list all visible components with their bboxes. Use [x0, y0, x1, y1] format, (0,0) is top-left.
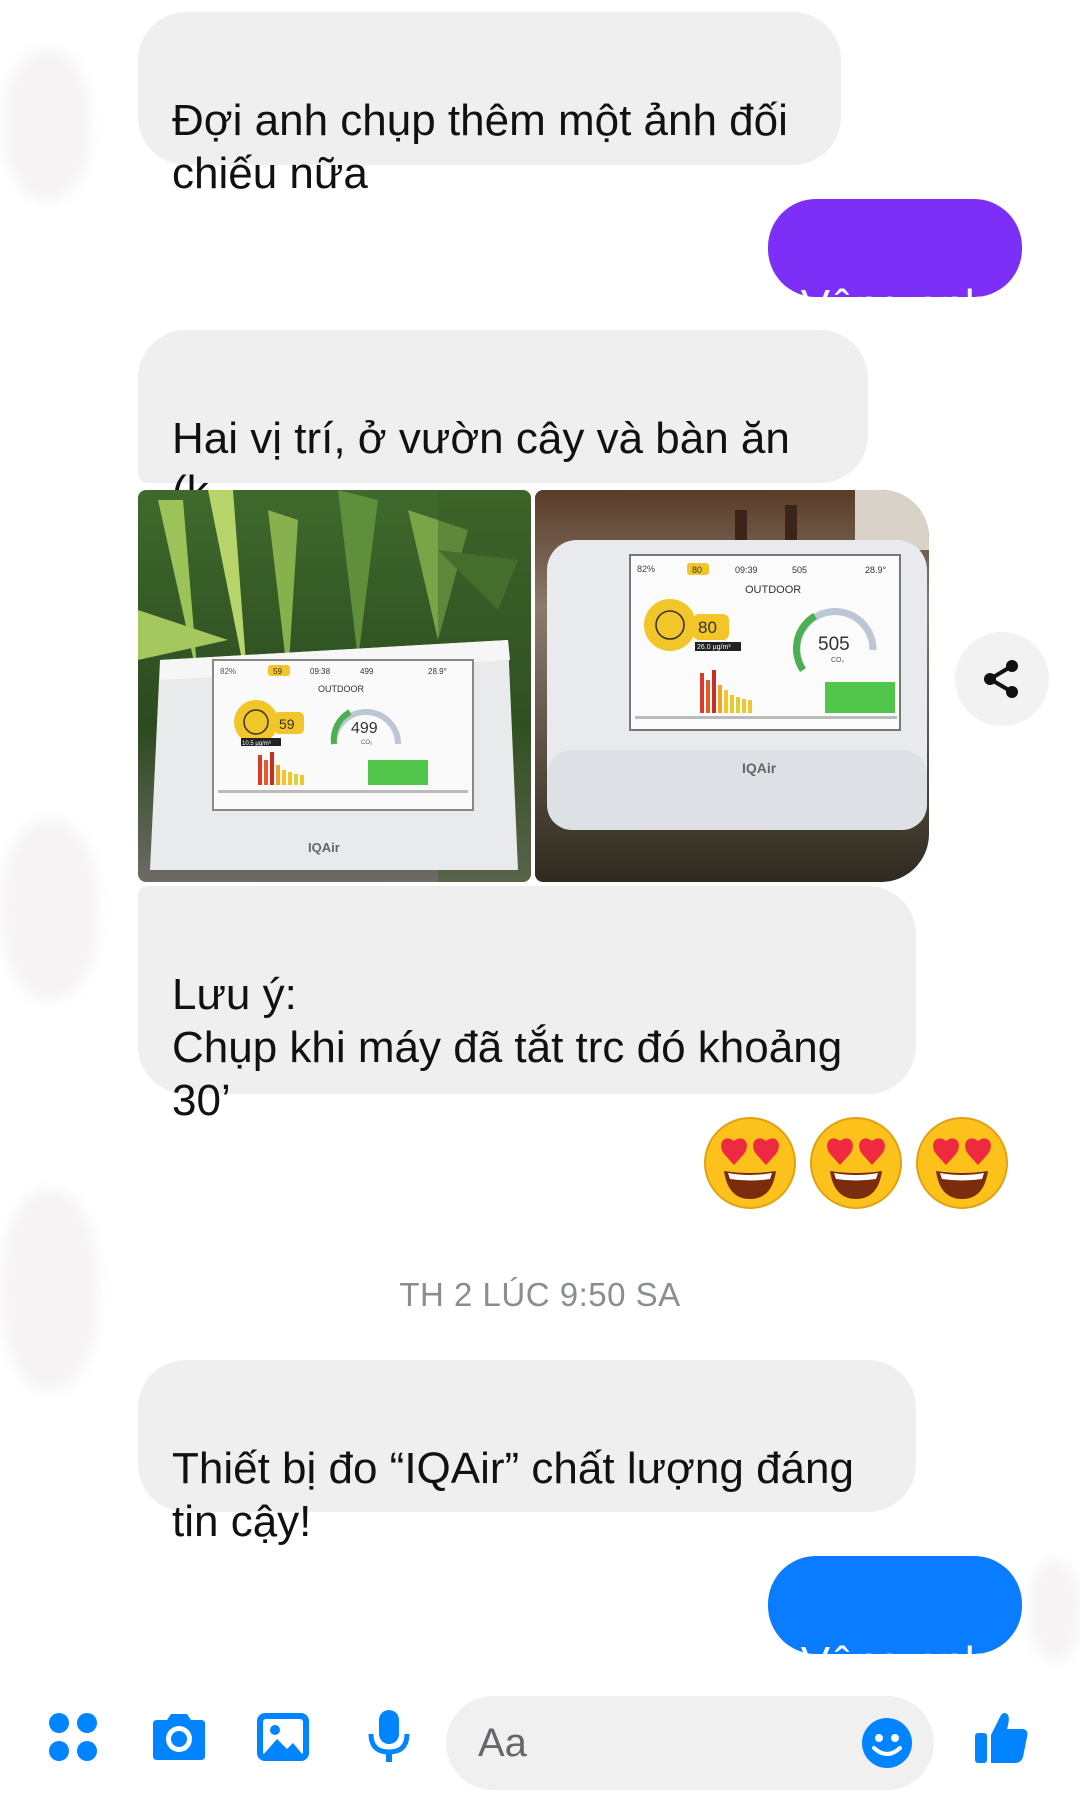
screen-co2-top: 499 — [360, 667, 374, 676]
photo-iqair-dining[interactable]: 82% 80 09:39 505 28.9° OUTDOOR 80 26.0 µ… — [535, 490, 929, 882]
camera-button[interactable] — [148, 1706, 210, 1768]
camera-icon — [153, 1714, 205, 1760]
photo-image: 82% 80 09:39 505 28.9° OUTDOOR 80 26.0 µ… — [535, 490, 929, 882]
screen-pm-reading: 26.0 µg/m³ — [697, 644, 731, 651]
screen-time: 09:38 — [310, 667, 331, 676]
like-button[interactable] — [970, 1706, 1032, 1768]
incoming-message[interactable]: Lưu ý: Chụp khi máy đã tắt trc đó khoảng… — [138, 886, 916, 1125]
thumbs-up-icon — [975, 1713, 1028, 1763]
screen-aqi-value: 80 — [698, 618, 717, 637]
device-brand: IQAir — [308, 840, 340, 855]
share-button[interactable] — [955, 632, 1049, 726]
message-text: Lưu ý: Chụp khi máy đã tắt trc đó khoảng… — [172, 970, 843, 1125]
outgoing-message[interactable]: Vâng anh — [768, 199, 1022, 330]
avatar — [2, 820, 98, 1000]
share-icon — [984, 660, 1018, 698]
message-timestamp: TH 2 LÚC 9:50 SA — [399, 1276, 681, 1313]
message-input-placeholder: Aa — [478, 1721, 527, 1765]
screen-aqi-top: 59 — [273, 667, 282, 676]
heart-eyes-emoji-icon — [704, 1117, 796, 1209]
emoji-picker-icon[interactable] — [860, 1716, 914, 1770]
screen-aqi-top: 80 — [692, 565, 702, 575]
four-dots-icon — [49, 1713, 97, 1761]
avatar — [1030, 1560, 1080, 1660]
message-text: Vâng anh — [800, 1638, 990, 1687]
voice-button[interactable] — [358, 1706, 420, 1768]
screen-mode: OUTDOOR — [318, 684, 364, 694]
screen-co2-top: 505 — [792, 565, 807, 575]
microphone-icon — [368, 1710, 410, 1762]
incoming-message[interactable]: Thiết bị đo “IQAir” chất lượng đáng tin … — [138, 1360, 916, 1546]
menu-button[interactable] — [42, 1706, 104, 1768]
screen-co2-value: 505 — [818, 634, 850, 655]
screen-humidity: 82% — [220, 667, 236, 676]
screen-temperature: 28.9° — [865, 565, 887, 575]
outgoing-message[interactable]: Vâng anh — [768, 1556, 1022, 1687]
emoji-message[interactable] — [702, 1115, 1022, 1223]
screen-temperature: 28.9° — [428, 667, 447, 676]
message-text: Thiết bị đo “IQAir” chất lượng đáng tin … — [172, 1444, 854, 1546]
screen-pm-reading: 10.5 µg/m³ — [242, 741, 271, 747]
photo-image: 82% 59 09:38 499 28.9° OUTDOOR 59 10.5 µ… — [138, 490, 531, 882]
screen-mode: OUTDOOR — [745, 584, 801, 596]
screen-co2-value: 499 — [351, 720, 378, 737]
message-text: Vâng anh — [800, 281, 990, 330]
screen-time: 09:39 — [735, 565, 758, 575]
gallery-button[interactable] — [252, 1706, 314, 1768]
message-text: Đợi anh chụp thêm một ảnh đối chiếu nữa — [172, 96, 788, 198]
screen-humidity: 82% — [637, 564, 655, 574]
photo-iqair-garden[interactable]: 82% 59 09:38 499 28.9° OUTDOOR 59 10.5 µ… — [138, 490, 531, 882]
incoming-message[interactable]: Hai vị trí, ở vườn cây và bàn ăn (k có m… — [138, 330, 868, 569]
screen-co2-unit: CO₂ — [831, 657, 845, 664]
incoming-message[interactable]: Đợi anh chụp thêm một ảnh đối chiếu nữa — [138, 12, 841, 198]
image-icon — [257, 1713, 309, 1761]
heart-eyes-emoji-icon — [916, 1117, 1008, 1209]
avatar — [4, 50, 90, 200]
device-brand: IQAir — [742, 760, 777, 776]
screen-co2-unit: CO₂ — [361, 740, 373, 746]
heart-eyes-emoji-icon — [810, 1117, 902, 1209]
message-input[interactable]: Aa — [446, 1696, 934, 1790]
screen-aqi-value: 59 — [279, 716, 295, 732]
